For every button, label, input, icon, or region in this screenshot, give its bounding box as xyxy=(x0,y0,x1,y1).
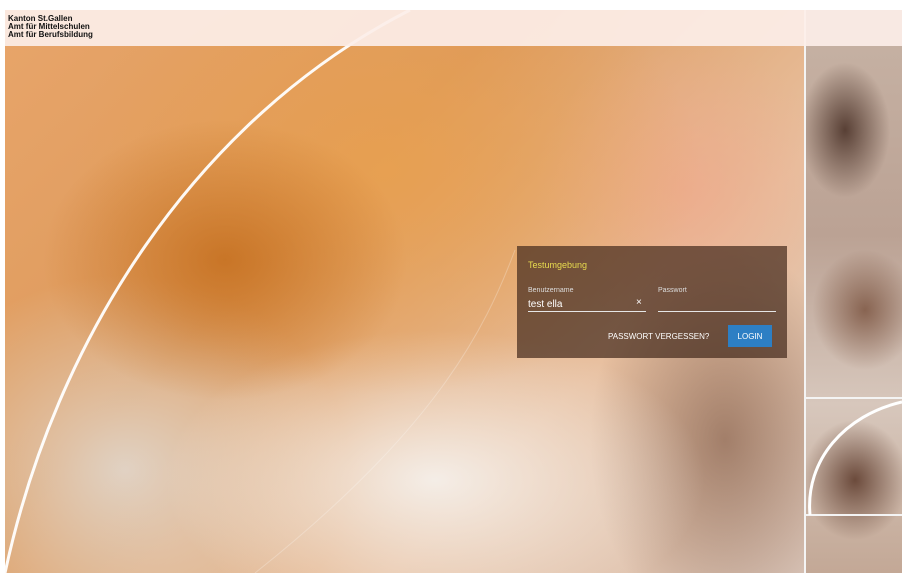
org-line-3: Amt für Berufsbildung xyxy=(8,30,93,39)
username-input[interactable] xyxy=(528,297,646,312)
forgot-password-link[interactable]: PASSWORT VERGESSEN? xyxy=(608,332,709,341)
password-input[interactable] xyxy=(658,297,776,312)
password-label: Passwort xyxy=(658,287,687,294)
header-band xyxy=(5,10,902,46)
username-label: Benutzername xyxy=(528,287,574,294)
close-icon[interactable]: × xyxy=(636,297,642,308)
organization-logo-text: Kanton St.Gallen Amt für Mittelschulen A… xyxy=(8,15,93,39)
login-panel: Testumgebung Benutzername × Passwort PAS… xyxy=(517,246,787,358)
environment-label: Testumgebung xyxy=(528,260,588,270)
login-button[interactable]: LOGIN xyxy=(728,325,772,347)
